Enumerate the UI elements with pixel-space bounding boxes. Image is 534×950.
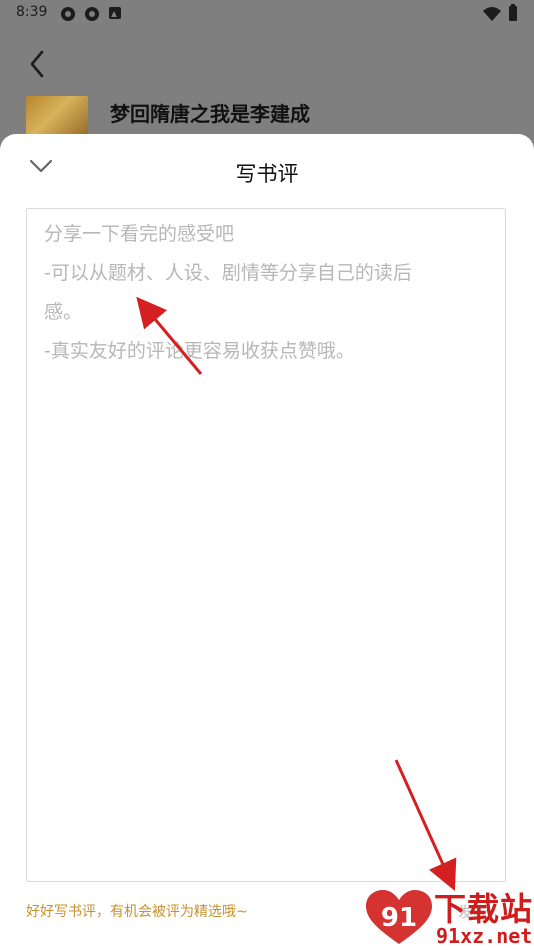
watermark-logo-text: 91	[381, 903, 417, 933]
placeholder-line: -真实友好的评论更容易收获点赞哦。	[44, 340, 355, 362]
watermark-url: 91xz.net	[436, 924, 533, 948]
review-hint: 好好写书评，有机会被评为精选哦~	[26, 904, 248, 920]
wifi-icon	[483, 7, 501, 21]
review-textarea[interactable]: 分享一下看完的感受吧 -可以从题材、人设、剧情等分享自己的读后 感。 -真实友好…	[26, 208, 506, 882]
back-arrow-icon[interactable]	[24, 48, 52, 80]
placeholder-line: 感。	[44, 301, 83, 323]
app-notification-icon-2	[85, 7, 99, 21]
watermark-logo-icon: 91	[366, 890, 432, 944]
book-page-background: 梦回隋唐之我是李建成	[0, 28, 534, 148]
book-title: 梦回隋唐之我是李建成	[110, 102, 310, 126]
status-bar: 8:39	[0, 0, 534, 28]
sheet-title: 写书评	[235, 162, 299, 186]
write-review-sheet: 写书评 分享一下看完的感受吧 -可以从题材、人设、剧情等分享自己的读后 感。 -…	[0, 134, 534, 950]
image-notification-icon	[109, 7, 121, 19]
status-time: 8:39	[16, 4, 48, 20]
placeholder-line: 分享一下看完的感受吧	[44, 223, 235, 245]
placeholder-line: -可以从题材、人设、剧情等分享自己的读后	[44, 262, 412, 284]
battery-icon	[509, 4, 517, 21]
watermark: 91 下载站 91xz.net	[362, 886, 534, 950]
app-notification-icon	[61, 7, 75, 21]
